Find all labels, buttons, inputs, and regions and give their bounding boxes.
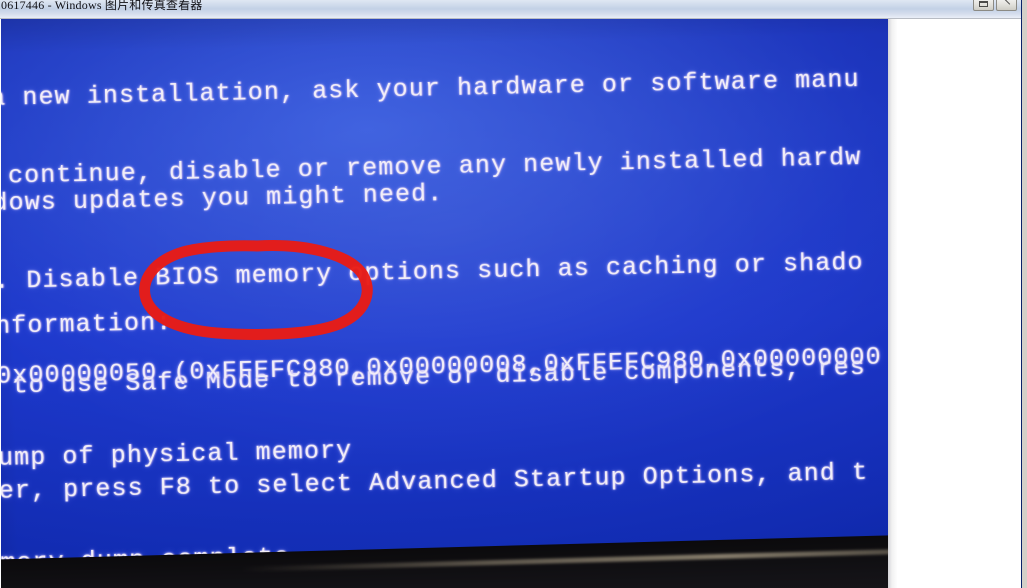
close-button[interactable]: [996, 0, 1017, 11]
screenshot-root: 0617446 - Windows 图片和传真查看器 this is a new…: [0, 0, 1027, 588]
photo-right-edge: [888, 19, 897, 588]
window-title: 0617446 - Windows 图片和传真查看器: [1, 0, 203, 12]
bsod-advice-line-1: f problems continue, disable or remove a…: [7, 143, 862, 191]
bsod-photograph: this is a new installation, ask your har…: [1, 19, 897, 588]
monitor-screen-wrap: this is a new installation, ask your har…: [1, 19, 897, 588]
blue-screen-text: this is a new installation, ask your har…: [1, 19, 897, 588]
window-controls: [973, 0, 1017, 11]
photo-viewport[interactable]: this is a new installation, ask your har…: [0, 19, 1021, 588]
picture-and-fax-viewer-window: 0617446 - Windows 图片和传真查看器 this is a new…: [0, 0, 1022, 588]
bsod-dump-line-1: eginning dump of physical memory: [1, 436, 353, 474]
restore-button[interactable]: [973, 0, 994, 11]
window-titlebar[interactable]: 0617446 - Windows 图片和传真查看器: [0, 0, 1021, 19]
